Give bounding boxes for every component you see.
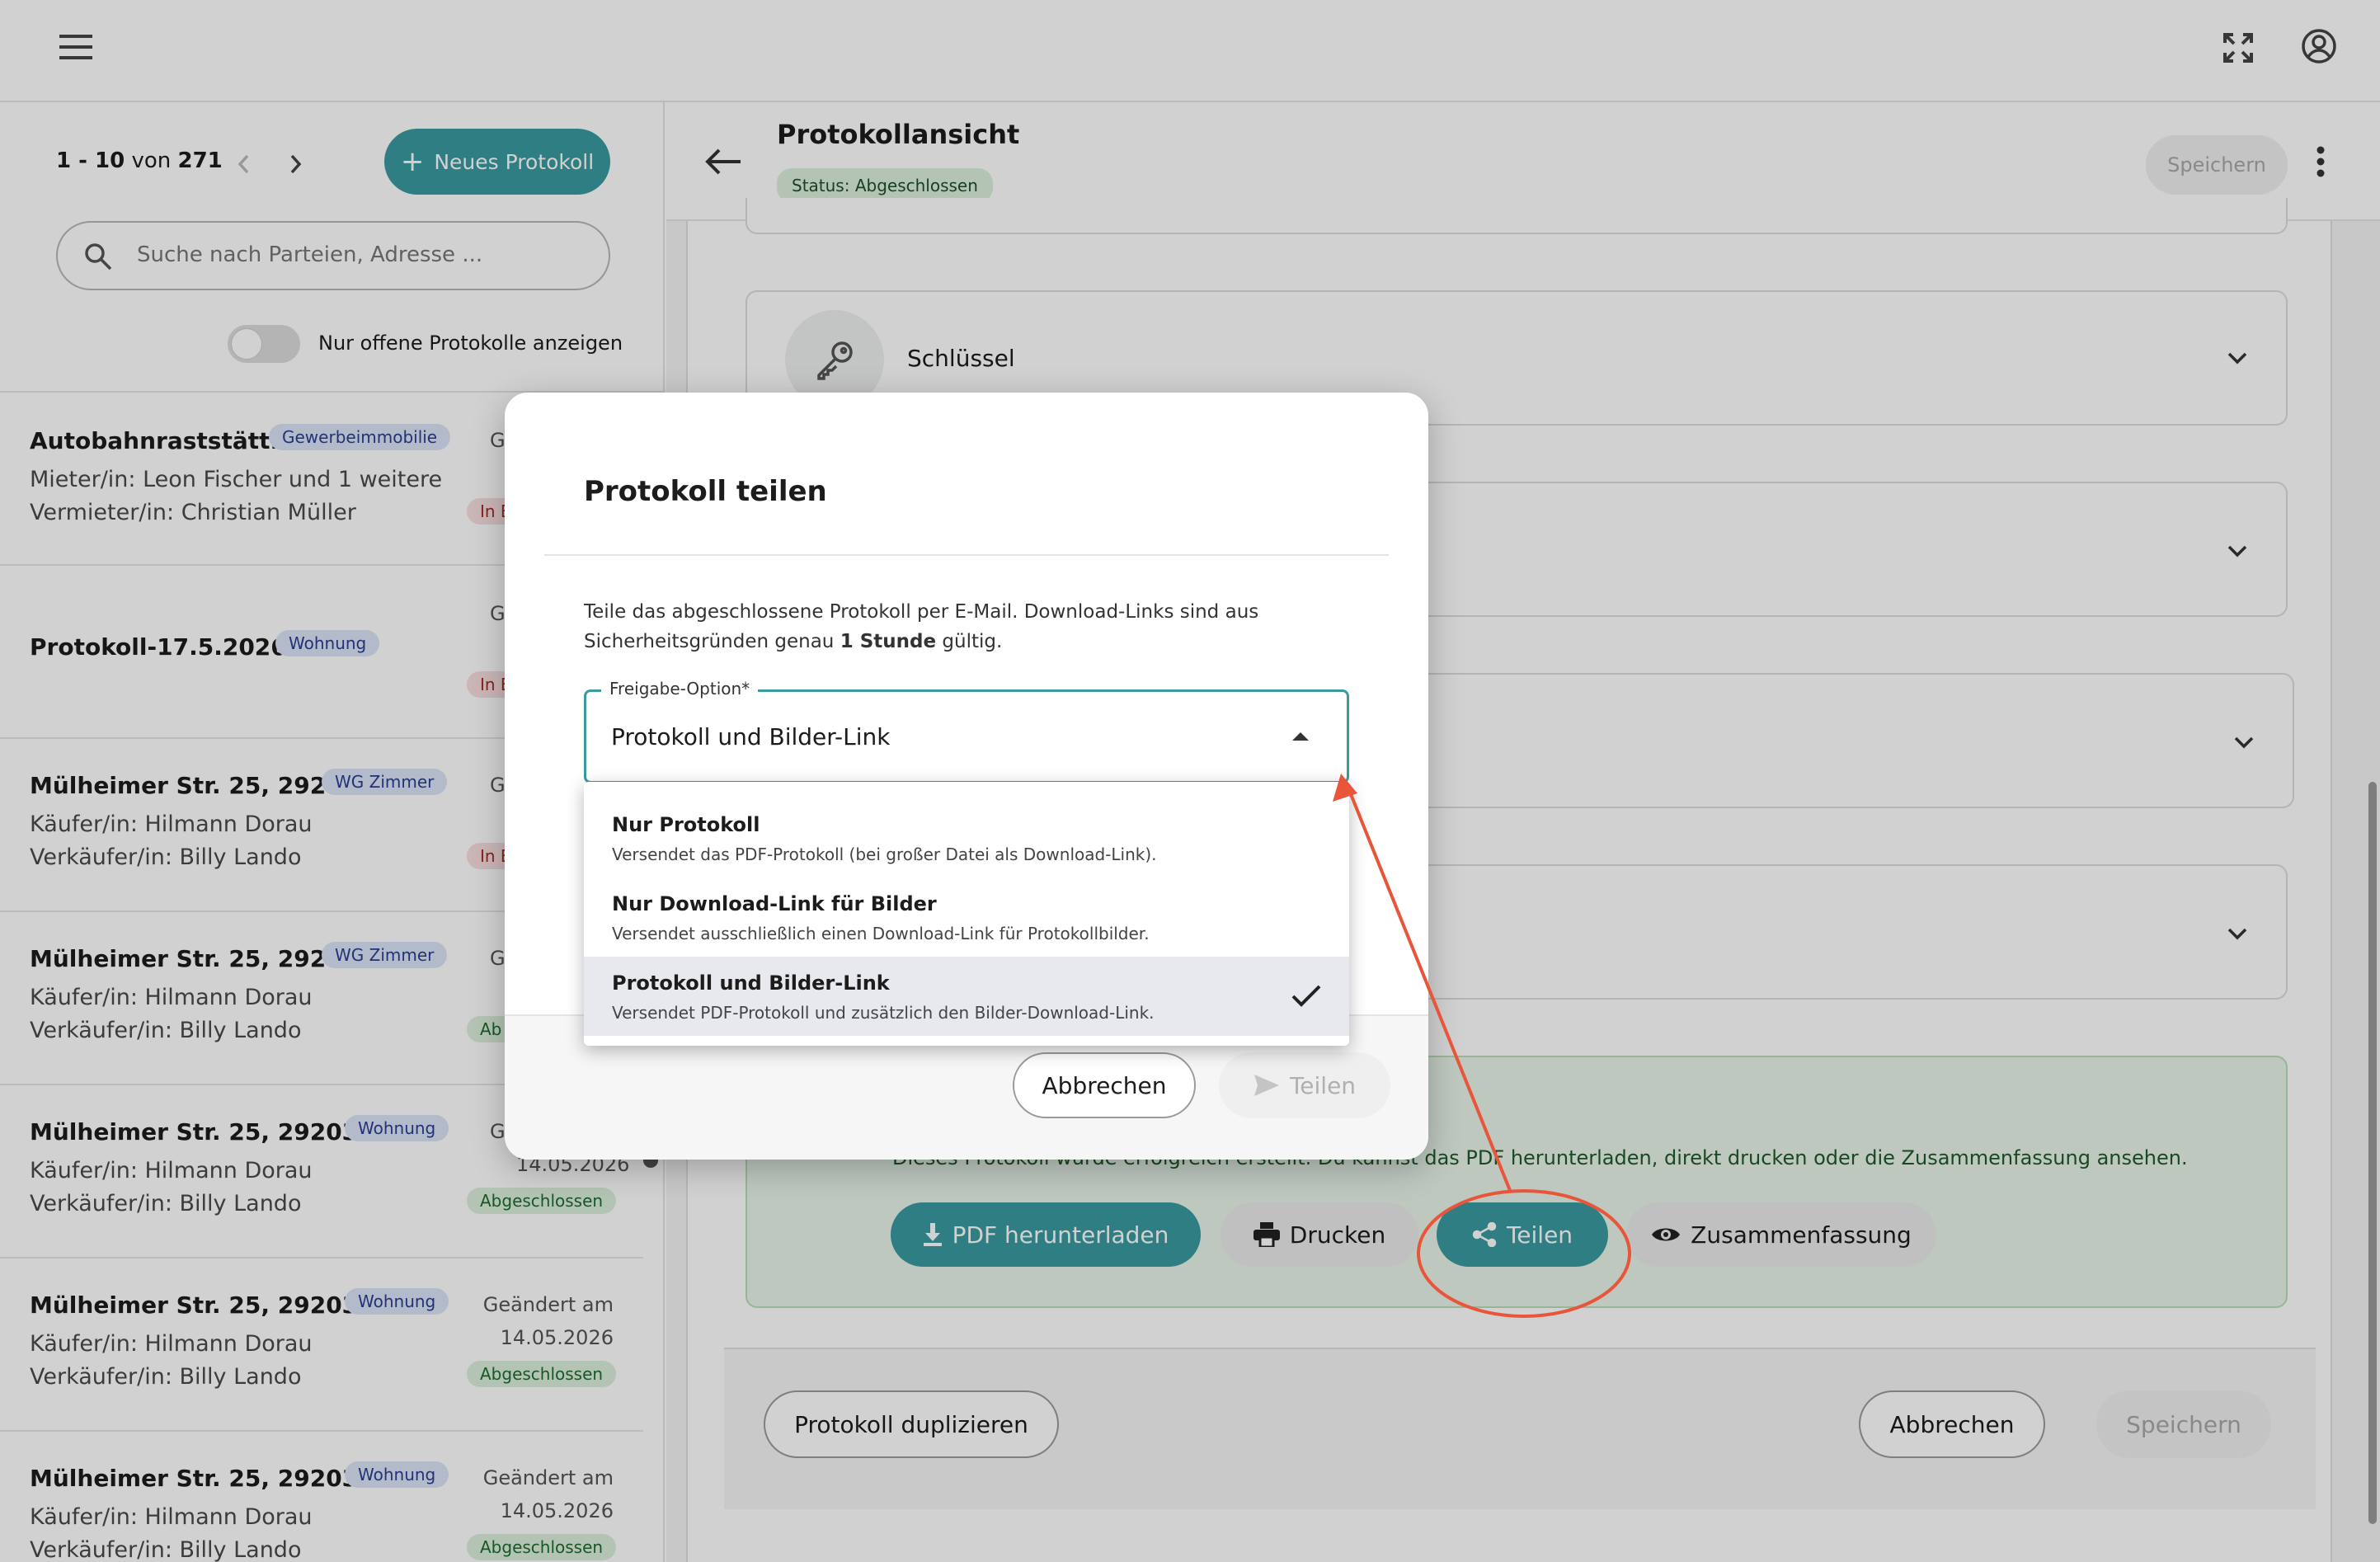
select-label: Freigabe-Option* (601, 679, 759, 699)
dialog-title: Protokoll teilen (584, 475, 827, 508)
option-desc: Versendet PDF-Protokoll und zusätzlich d… (612, 1003, 1155, 1023)
option-desc: Versendet das PDF-Protokoll (bei großer … (612, 845, 1157, 864)
check-icon (1291, 985, 1321, 1008)
share-option-menu: Nur Protokoll Versendet das PDF-Protokol… (584, 782, 1349, 1046)
menu-item-protokoll-und-bilder[interactable]: Protokoll und Bilder-Link Versendet PDF-… (584, 957, 1349, 1036)
caret-up-icon (1292, 732, 1309, 741)
dialog-description: Teile das abgeschlossene Protokoll per E… (584, 601, 1259, 652)
send-icon (1253, 1075, 1279, 1096)
option-label: Protokoll und Bilder-Link (612, 972, 890, 995)
select-value: Protokoll und Bilder-Link (611, 723, 891, 750)
dialog-share-label: Teilen (1289, 1071, 1357, 1099)
option-label: Nur Protokoll (612, 813, 760, 836)
menu-item-nur-bilder-link[interactable]: Nur Download-Link für Bilder Versendet a… (584, 877, 1349, 957)
dialog-divider (544, 554, 1389, 556)
menu-item-nur-protokoll[interactable]: Nur Protokoll Versendet das PDF-Protokol… (584, 798, 1349, 877)
option-label: Nur Download-Link für Bilder (612, 892, 937, 915)
share-option-select[interactable]: Freigabe-Option* Protokoll und Bilder-Li… (584, 679, 1349, 783)
option-desc: Versendet ausschließlich einen Download-… (612, 924, 1150, 943)
dialog-share-button[interactable]: Teilen (1219, 1052, 1390, 1118)
dialog-cancel-button[interactable]: Abbrechen (1013, 1052, 1196, 1118)
